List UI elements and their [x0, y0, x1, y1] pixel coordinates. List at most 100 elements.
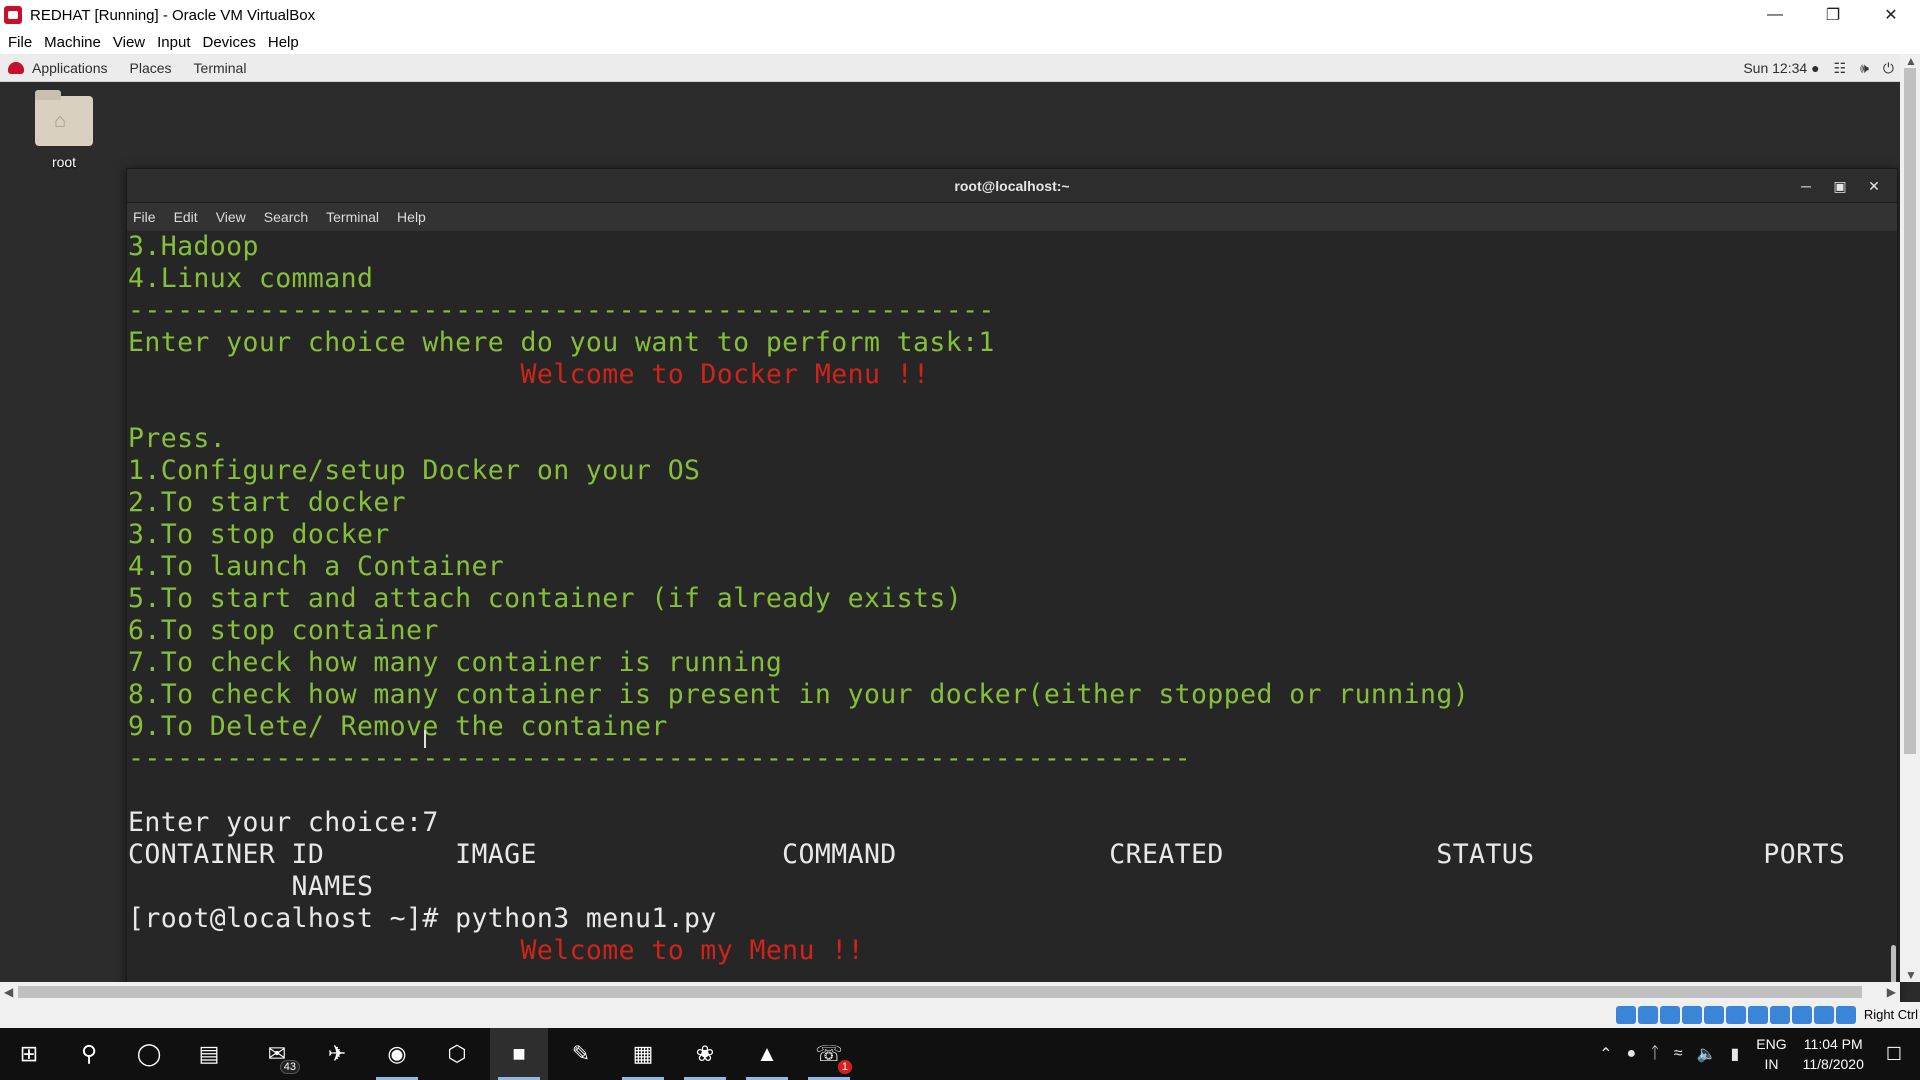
gnome-applications-menu[interactable]: Applications [32, 60, 108, 76]
recording-icon[interactable] [1770, 1006, 1790, 1024]
terminal-minimize-icon[interactable]: ─ [1789, 169, 1823, 203]
usb-icon[interactable] [1704, 1006, 1724, 1024]
file-transfer-icon[interactable]: ✈ [308, 1028, 366, 1080]
scroll-up-icon[interactable]: ▲ [1905, 54, 1917, 68]
gnome-clock[interactable]: Sun 12:34 ● [1743, 60, 1819, 76]
terminal-line: 3.Hadoop [128, 231, 259, 262]
desktop-home-folder[interactable]: ⌂ root [30, 90, 98, 170]
paint-icon[interactable]: ❀ [676, 1028, 734, 1080]
network-icon[interactable]: ☷ [1834, 60, 1847, 77]
bluetooth-icon[interactable]: ᛏ [1650, 1045, 1660, 1063]
command-prompt-icon[interactable]: ▦ [614, 1028, 672, 1080]
update-icon[interactable]: ● [1626, 1045, 1636, 1063]
terminal-line: Enter your choice:7 [128, 807, 439, 838]
vbox-device-indicators [1616, 1006, 1856, 1024]
redhat-icon [8, 61, 24, 74]
task-view-icon[interactable]: ▤ [180, 1028, 238, 1080]
power-icon[interactable]: ⏻ [1883, 60, 1894, 77]
terminal-line: 8.To check how many container is present… [128, 679, 1470, 710]
show-hidden-icons-icon[interactable]: ⌃ [1599, 1044, 1612, 1064]
terminal-menu-edit[interactable]: Edit [174, 209, 198, 225]
terminal-line: ----------------------------------------… [128, 743, 1192, 774]
chrome-icon[interactable]: ◉ [368, 1028, 426, 1080]
gnome-status-area: Sun 12:34 ● ☷ 🕪 ⏻ [1743, 54, 1900, 82]
display-icon[interactable] [1748, 1006, 1768, 1024]
vbox-menu-file[interactable]: File [4, 34, 40, 51]
scroll-right-icon[interactable]: ▶ [1887, 985, 1896, 999]
photos-icon[interactable]: ▲ [738, 1028, 796, 1080]
network-adapter-icon[interactable] [1682, 1006, 1702, 1024]
virtualbox-taskbar-icon[interactable]: ⬡ [428, 1028, 486, 1080]
taskbar-clock[interactable]: 11:04 PM 11/8/2020 [1803, 1034, 1864, 1074]
terminal-line: Welcome to my Menu !! [128, 935, 864, 966]
mail-icon[interactable]: ✉ 43 [248, 1028, 306, 1080]
vbox-menu-help[interactable]: Help [264, 34, 307, 51]
scroll-left-icon[interactable]: ◀ [4, 985, 13, 999]
vbox-menu-view[interactable]: View [109, 34, 153, 51]
vbox-horizontal-scrollbar[interactable]: ◀ ▶ [0, 982, 1900, 1002]
window-title: REDHAT [Running] - Oracle VM VirtualBox [30, 6, 316, 24]
terminal-scrollbar[interactable] [1887, 231, 1897, 1001]
scroll-down-icon[interactable]: ▼ [1905, 968, 1917, 982]
mail-badge: 43 [279, 1060, 300, 1074]
minimize-icon[interactable]: — [1746, 0, 1804, 30]
windows-start-icon[interactable]: ⊞ [0, 1028, 58, 1080]
notes-icon[interactable]: ✎ [552, 1028, 610, 1080]
terminal-line: [root@localhost ~]# python3 menu1.py [128, 903, 717, 934]
terminal-line: 1.Configure/setup Docker on your OS [128, 455, 701, 486]
clock-date: 11/8/2020 [1802, 1056, 1864, 1072]
host-key-label: Right Ctrl [1863, 1007, 1918, 1022]
gnome-terminal-menu[interactable]: Terminal [194, 60, 247, 76]
terminal-menu-help[interactable]: Help [397, 209, 426, 225]
region-code: IN [1764, 1056, 1779, 1072]
terminal-menu-terminal[interactable]: Terminal [326, 209, 379, 225]
redhat-vm-taskbar-icon[interactable]: ■ [490, 1028, 548, 1080]
hard-disk-icon[interactable] [1616, 1006, 1636, 1024]
gnome-places-menu[interactable]: Places [130, 60, 172, 76]
vbox-menu-devices[interactable]: Devices [199, 34, 264, 51]
shared-folders-icon[interactable] [1726, 1006, 1746, 1024]
terminal-title: root@localhost:~ [954, 177, 1070, 194]
terminal-menu-view[interactable]: View [216, 209, 246, 225]
vbox-vertical-scrollbar[interactable]: ▲ ▼ [1900, 54, 1920, 982]
close-icon[interactable]: ✕ [1862, 0, 1920, 30]
terminal-line: ----------------------------------------… [128, 295, 995, 326]
gnome-top-bar: Applications Places Terminal Sun 12:34 ●… [0, 54, 1900, 82]
wifi-icon[interactable]: ≈ [1674, 1045, 1683, 1063]
folder-icon: ⌂ [35, 90, 93, 146]
terminal-menubar: File Edit View Search Terminal Help [127, 203, 1897, 231]
whatsapp-badge: 1 [837, 1060, 852, 1074]
vbox-menu-machine[interactable]: Machine [40, 34, 109, 51]
terminal-menu-search[interactable]: Search [264, 209, 308, 225]
cortana-icon[interactable]: ◯ [120, 1028, 178, 1080]
mouse-integration-icon[interactable] [1814, 1006, 1834, 1024]
volume-icon[interactable]: 🕪 [1860, 60, 1869, 77]
terminal-line: 5.To start and attach container (if alre… [128, 583, 963, 614]
whatsapp-icon[interactable]: ☏ 1 [800, 1028, 858, 1080]
vbox-horizontal-scroll-thumb[interactable] [18, 986, 1862, 998]
notification-center-icon[interactable]: ☐ [1886, 1044, 1902, 1065]
terminal-output[interactable]: 3.Hadoop 4.Linux command -----------------… [127, 231, 1889, 1001]
terminal-titlebar[interactable]: root@localhost:~ ─ ▣ ✕ [127, 169, 1897, 203]
keyboard-capture-icon[interactable] [1836, 1006, 1856, 1024]
terminal-line: 4.Linux command [128, 263, 374, 294]
battery-icon[interactable]: ▮ [1730, 1044, 1739, 1064]
terminal-maximize-icon[interactable]: ▣ [1823, 169, 1857, 203]
terminal-menu-file[interactable]: File [133, 209, 156, 225]
terminal-line: Enter your choice where do you want to p… [128, 327, 995, 358]
vbox-menu-input[interactable]: Input [153, 34, 198, 51]
optical-drive-icon[interactable] [1638, 1006, 1658, 1024]
vbox-vertical-scroll-thumb[interactable] [1904, 68, 1916, 754]
audio-icon[interactable] [1660, 1006, 1680, 1024]
speaker-icon[interactable]: 🔈 [1697, 1044, 1717, 1064]
terminal-scroll-thumb[interactable] [1891, 945, 1896, 985]
input-language[interactable]: ENG IN [1756, 1034, 1786, 1074]
search-icon[interactable]: ⚲ [60, 1028, 118, 1080]
virtualization-icon[interactable] [1792, 1006, 1812, 1024]
terminal-close-icon[interactable]: ✕ [1857, 169, 1891, 203]
terminal-line: 4.To launch a Container [128, 551, 505, 582]
restore-icon[interactable]: ❐ [1804, 0, 1862, 30]
virtualbox-app-icon [4, 6, 22, 24]
